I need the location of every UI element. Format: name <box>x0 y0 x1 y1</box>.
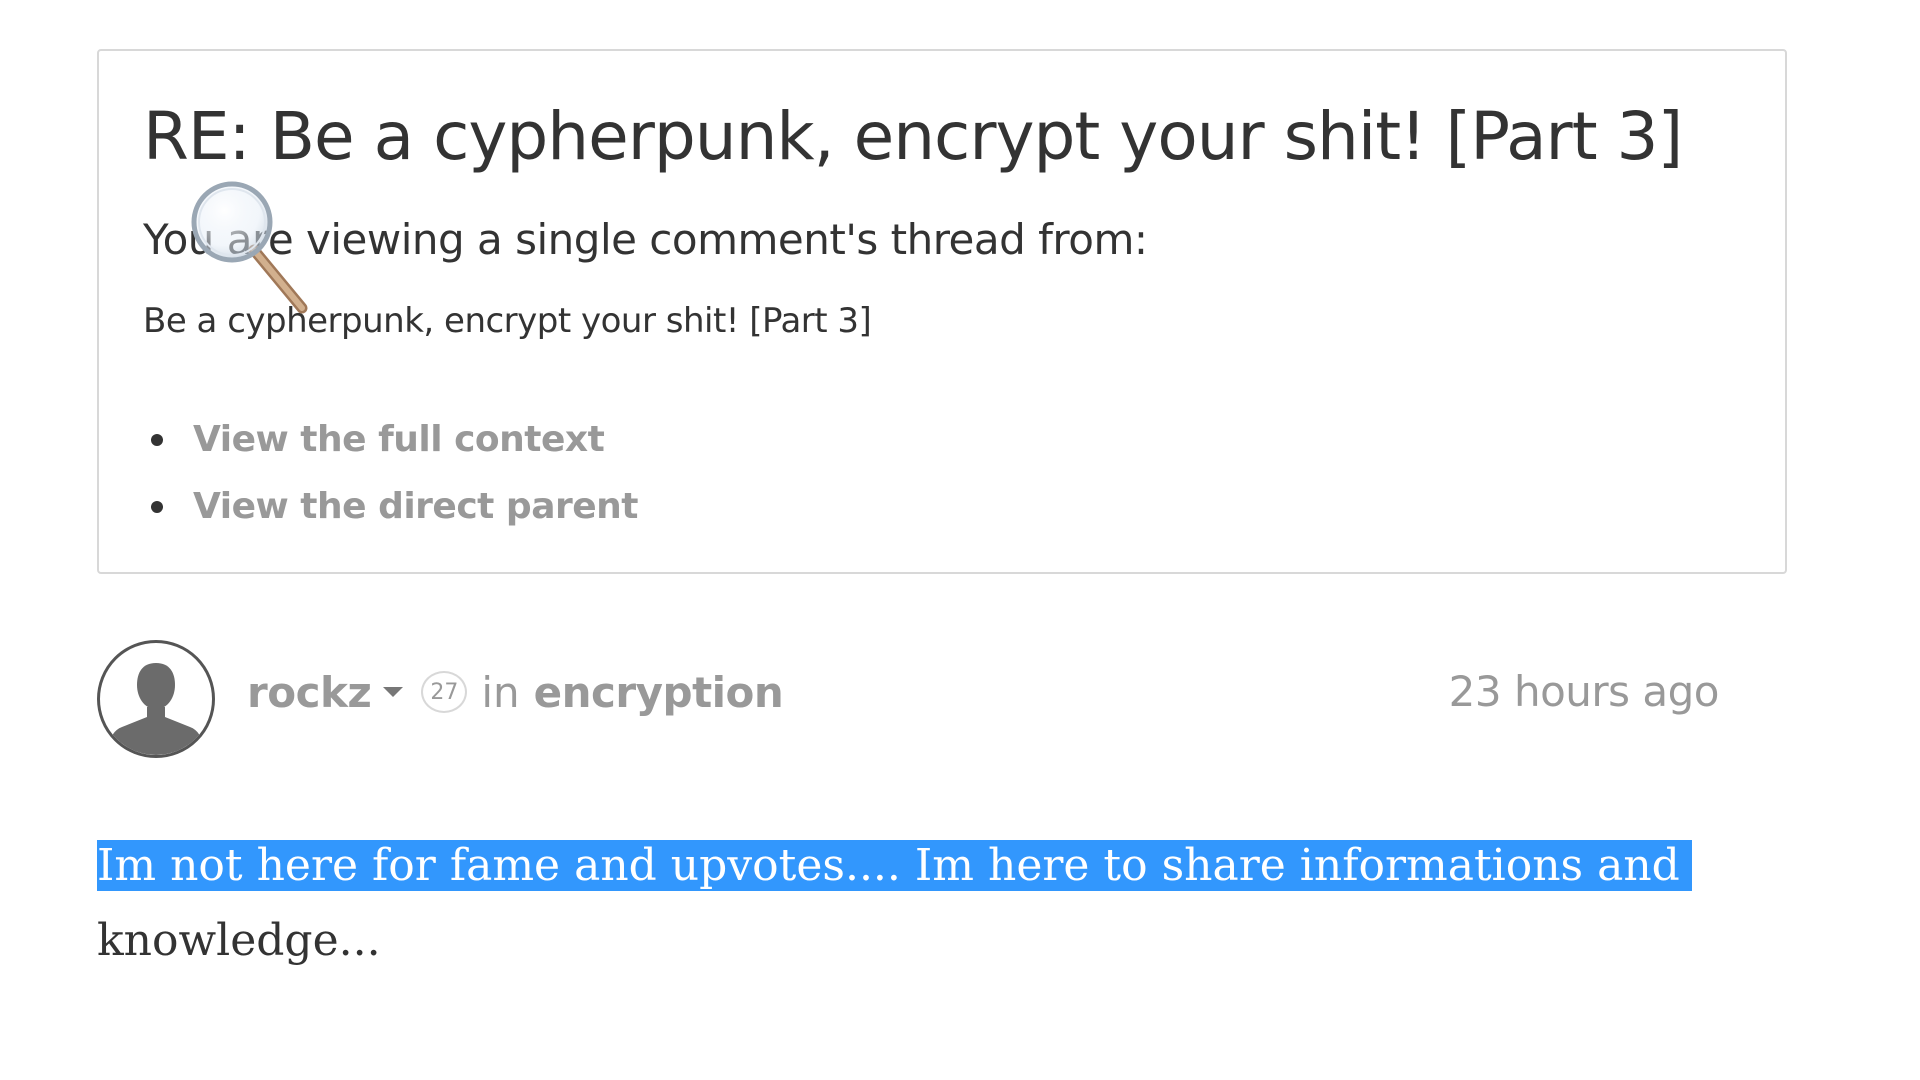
context-subtitle: You are viewing a single comment's threa… <box>143 215 1148 264</box>
list-item: View the full context <box>143 406 638 473</box>
category-link[interactable]: encryption <box>534 668 784 717</box>
comment-body-text: knowledge... <box>97 915 381 966</box>
view-direct-parent-link[interactable]: View the direct parent <box>193 486 639 527</box>
comment-body: Im not here for fame and upvotes.... Im … <box>97 828 1797 978</box>
default-user-avatar-icon <box>109 663 203 755</box>
view-full-context-link[interactable]: View the full context <box>193 419 605 460</box>
selected-text: Im not here for fame and upvotes.... Im … <box>97 840 1692 891</box>
context-links-list: View the full context View the direct pa… <box>143 406 639 540</box>
bullet-icon <box>151 434 163 446</box>
list-item: View the direct parent <box>143 473 639 540</box>
bullet-icon <box>151 501 163 513</box>
author-avatar[interactable] <box>97 640 215 758</box>
in-label: in <box>481 667 520 717</box>
comment-timestamp[interactable]: 23 hours ago <box>1449 662 1720 722</box>
reputation-badge: 27 <box>421 671 468 713</box>
comment-context-panel: RE: Be a cypherpunk, encrypt your shit! … <box>97 49 1787 574</box>
parent-post-title: Be a cypherpunk, encrypt your shit! [Par… <box>143 301 872 341</box>
comment-meta: rockz 27 in encryption <box>247 662 784 722</box>
caret-down-icon[interactable] <box>383 687 404 697</box>
author-name[interactable]: rockz <box>247 668 372 717</box>
page-title: RE: Be a cypherpunk, encrypt your shit! … <box>143 98 1683 175</box>
